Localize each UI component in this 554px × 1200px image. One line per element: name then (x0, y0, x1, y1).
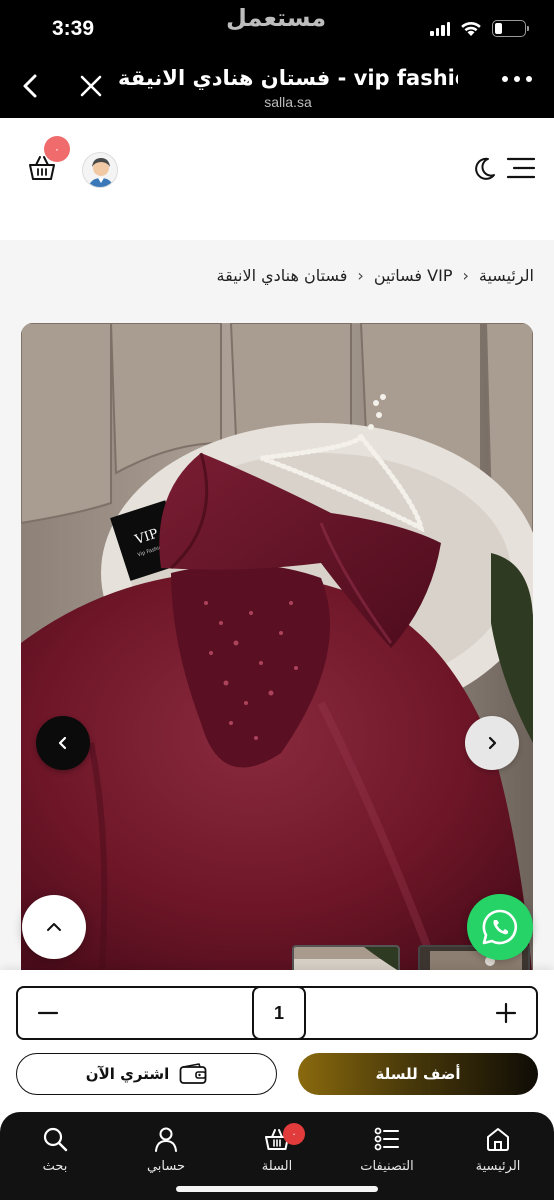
nav-item-cart[interactable]: ٠ السلة (237, 1123, 317, 1174)
menu-icon[interactable] (506, 157, 536, 179)
browser-bar: فستان هنادي الانيقة - vip fashion salla.… (0, 56, 554, 118)
add-to-cart-button[interactable]: أضف للسلة (298, 1053, 538, 1095)
increase-quantity-button[interactable] (476, 988, 536, 1038)
quantity-input[interactable]: 1 (252, 986, 306, 1040)
buy-now-label: اشتري الآن (85, 1065, 170, 1083)
more-icon[interactable] (502, 76, 532, 82)
status-bar: 3:39 مستعمل (0, 0, 554, 56)
breadcrumb-category[interactable]: فساتين VIP (374, 266, 453, 285)
nav-item-home[interactable]: الرئيسية (458, 1125, 538, 1174)
chevron-left-icon[interactable] (18, 71, 44, 101)
home-icon (487, 1128, 509, 1151)
moon-icon[interactable] (471, 156, 497, 182)
wifi-icon (461, 21, 481, 36)
breadcrumb: الرئيسية › فساتين VIP › فستان هنادي الان… (217, 266, 534, 285)
close-icon[interactable] (78, 73, 104, 99)
cart-badge: ٠ (44, 136, 70, 162)
decrease-quantity-button[interactable] (18, 988, 78, 1038)
gallery-thumbnail[interactable] (292, 945, 400, 971)
nav-label-categories: التصنيفات (360, 1159, 414, 1174)
signal-icon (430, 21, 450, 36)
nav-label-account: حسابي (146, 1159, 186, 1174)
status-time: 3:39 (52, 17, 95, 40)
product-image: VIP Vip Fashion (21, 323, 533, 983)
categories-icon (374, 1127, 399, 1151)
breadcrumb-separator: › (462, 266, 469, 285)
nav-label-home: الرئيسية (475, 1159, 521, 1174)
scroll-top-button[interactable] (22, 895, 86, 959)
gallery-next-button[interactable] (465, 716, 519, 770)
page-title: فستان هنادي الانيقة - vip fashion (118, 66, 458, 90)
status-icons (430, 20, 529, 37)
battery-icon (492, 20, 529, 37)
home-indicator (176, 1186, 378, 1192)
breadcrumb-current: فستان هنادي الانيقة (216, 266, 348, 285)
whatsapp-button[interactable] (467, 894, 533, 960)
nav-item-categories[interactable]: التصنيفات (347, 1125, 427, 1174)
chevron-up-icon (47, 923, 61, 931)
product-gallery[interactable]: VIP Vip Fashion (21, 323, 533, 983)
whatsapp-icon (482, 909, 518, 945)
avatar[interactable] (82, 152, 118, 188)
watermark-logo: مستعمل (226, 4, 327, 32)
plus-icon (495, 1002, 517, 1024)
minus-icon (37, 1011, 59, 1015)
breadcrumb-separator: › (357, 266, 364, 285)
add-to-cart-label: أضف للسلة (375, 1065, 461, 1083)
search-icon (43, 1127, 68, 1152)
gallery-prev-button[interactable] (36, 716, 90, 770)
chevron-right-icon (488, 736, 497, 750)
breadcrumb-home[interactable]: الرئيسية (479, 266, 534, 285)
user-icon (155, 1127, 177, 1152)
nav-cart-badge: ٠ (283, 1123, 305, 1145)
nav-label-cart: السلة (261, 1159, 293, 1174)
wallet-icon (179, 1063, 207, 1084)
nav-label-search: بحث (42, 1159, 68, 1174)
buy-now-button[interactable]: اشتري الآن (16, 1053, 277, 1095)
nav-item-search[interactable]: بحث (15, 1125, 95, 1174)
chevron-left-icon (58, 736, 67, 750)
nav-item-account[interactable]: حسابي (126, 1125, 206, 1174)
page-domain: salla.sa (264, 94, 312, 110)
quantity-stepper: 1 (16, 986, 538, 1040)
